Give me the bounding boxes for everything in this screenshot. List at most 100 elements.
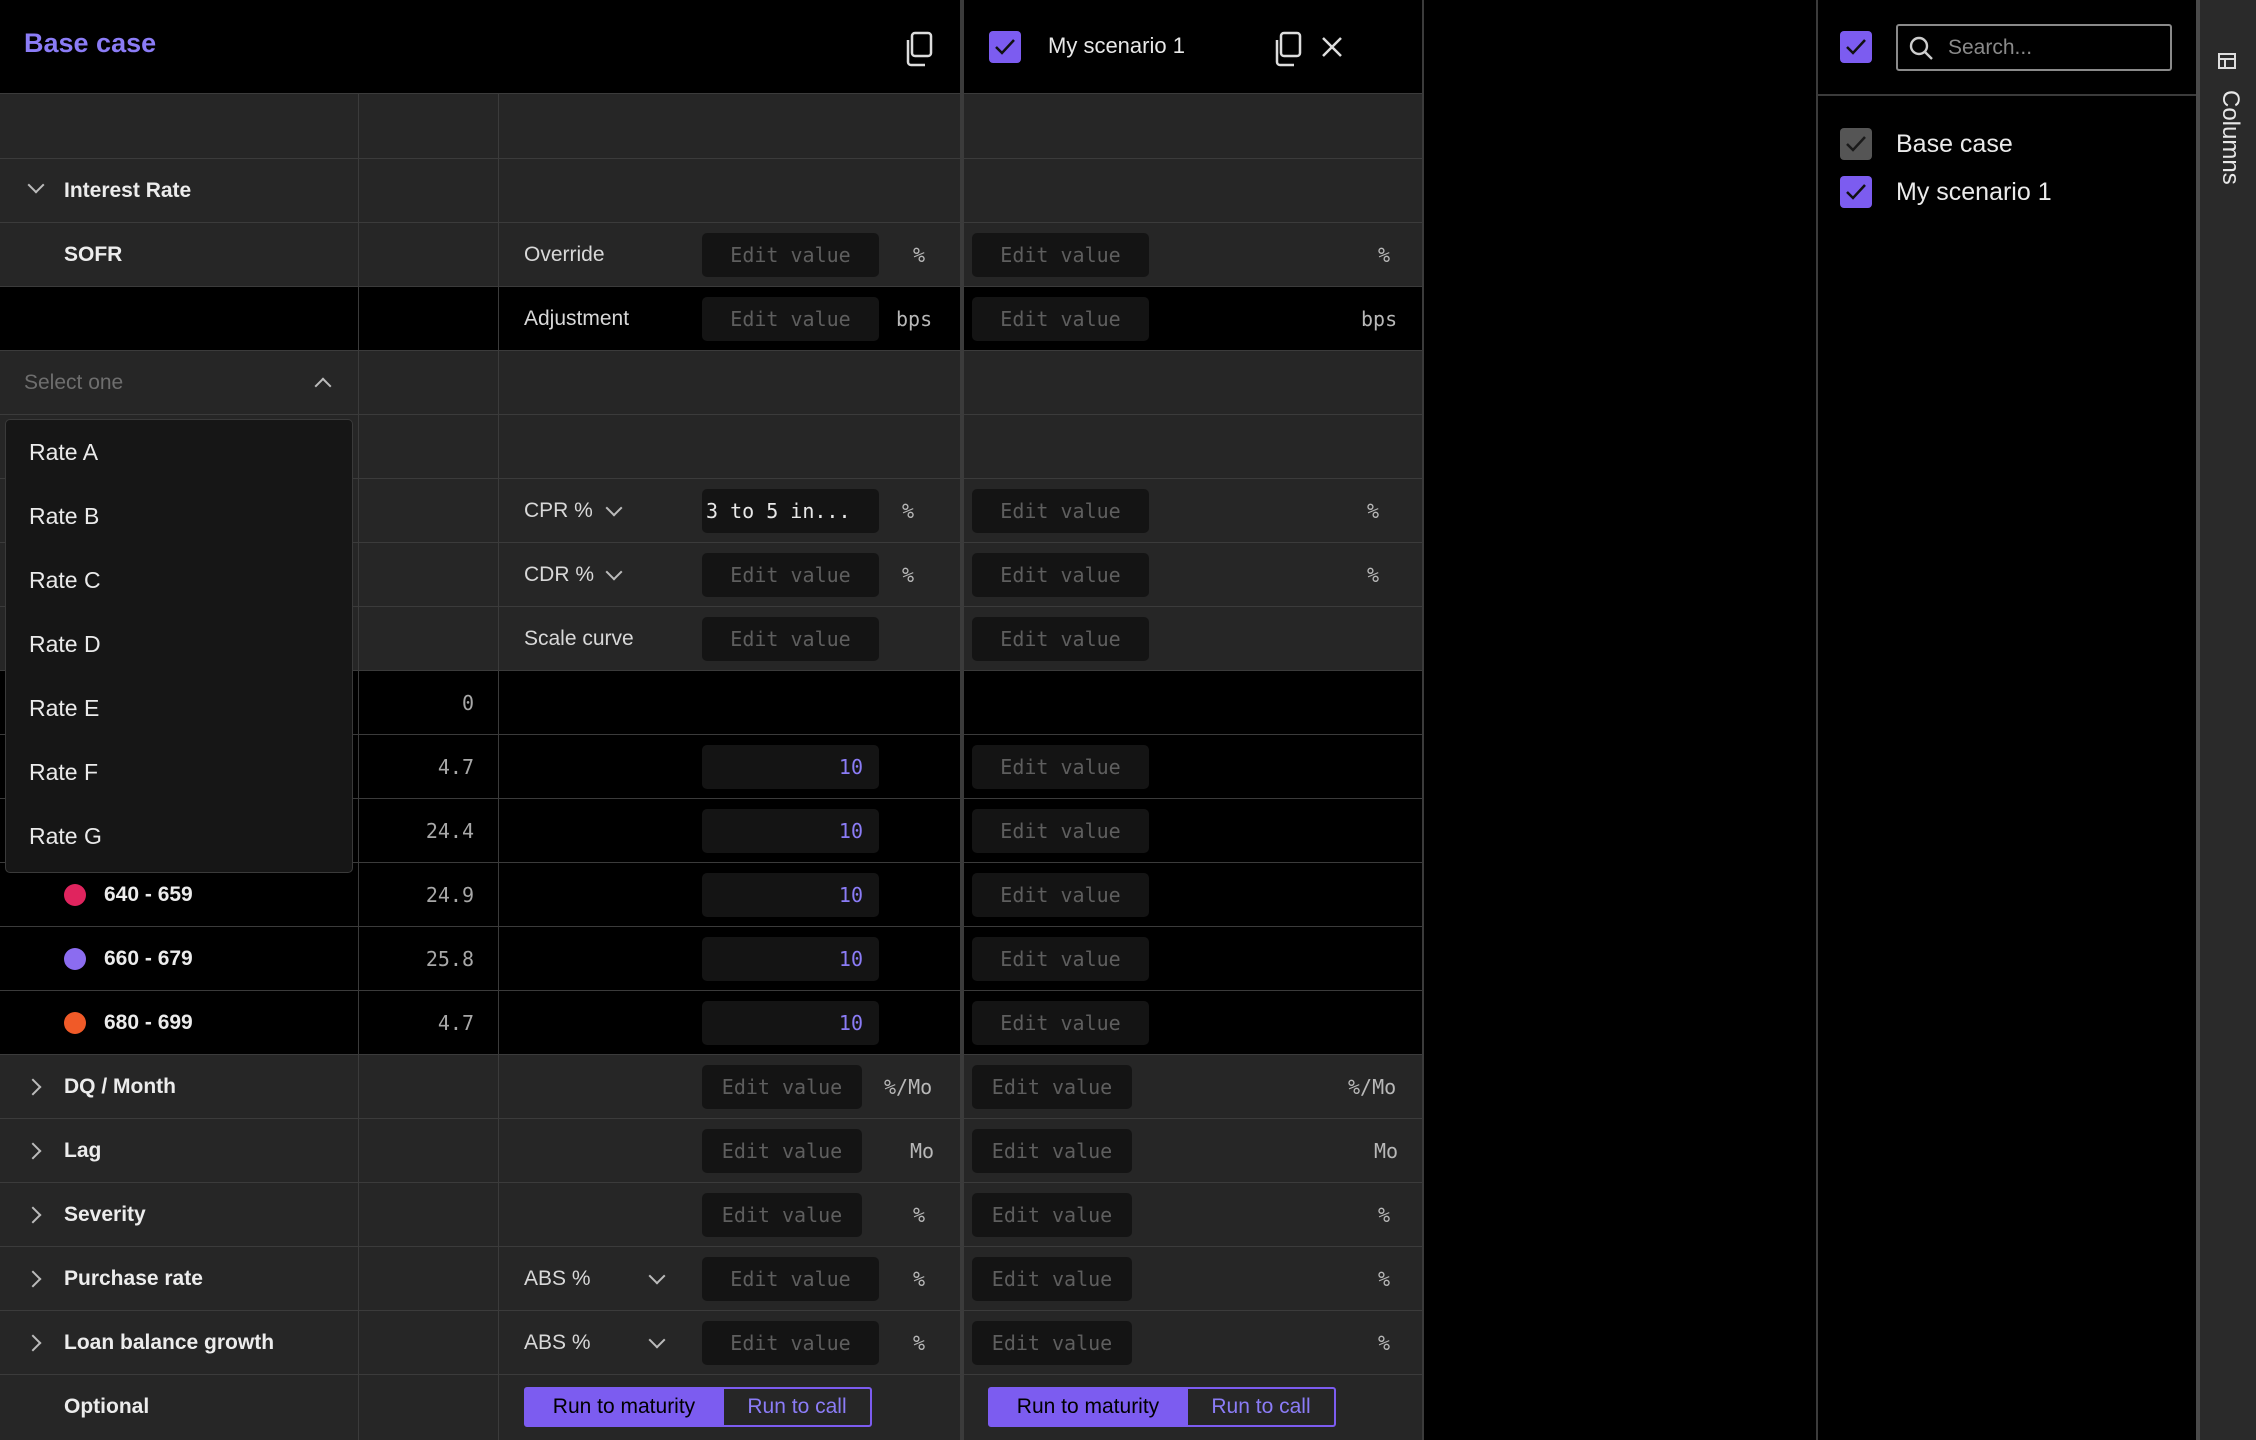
scenario-purchase-rate-unit: % [1378,1267,1391,1291]
fico-input[interactable]: 10 [702,1001,879,1045]
column-search-input[interactable]: Search... [1896,24,2172,71]
chevron-up-icon[interactable] [314,377,332,395]
cpr-unit: % [902,499,915,523]
chevron-down-icon[interactable] [605,563,623,581]
severity-input[interactable]: Edit value [702,1193,862,1237]
chevron-down-icon[interactable] [27,176,45,194]
lag-row[interactable]: Lag Edit value Mo Edit value Mo [0,1119,1424,1183]
chevron-right-icon[interactable] [24,1142,42,1160]
fico-band-label: 680 - 699 [104,1011,193,1034]
purchase-rate-input[interactable]: Edit value [702,1257,879,1301]
chevron-down-icon[interactable] [605,499,623,517]
interest-rate-row[interactable]: Interest Rate [0,159,1424,223]
fico-input[interactable]: 10 [702,873,879,917]
scenario-cdr-input[interactable]: Edit value [972,553,1149,597]
dropdown-option[interactable]: Rate C [6,548,352,612]
fico-value: 24.9 [425,883,474,907]
run-to-maturity-button[interactable]: Run to maturity [526,1389,722,1425]
dq-month-input[interactable]: Edit value [702,1065,862,1109]
dropdown-option[interactable]: Rate F [6,740,352,804]
header-bar [0,0,1424,94]
purchase-rate-select[interactable]: ABS % [524,1247,591,1311]
columns-tab[interactable]: Columns [2196,0,2256,1440]
chevron-right-icon[interactable] [24,1334,42,1352]
table-row: 660 - 679 25.8 10 Edit value [0,927,1424,991]
cdr-input[interactable]: Edit value [702,553,879,597]
sofr-override-row: SOFR Override Edit value % Edit value % [0,223,1424,287]
scenario-dq-month-input[interactable]: Edit value [972,1065,1132,1109]
scenario-title: My scenario 1 [1048,33,1185,58]
scenario-purchase-rate-input[interactable]: Edit value [972,1257,1132,1301]
scenario-cdr-unit: % [1367,563,1380,587]
severity-row[interactable]: Severity Edit value % Edit value % [0,1183,1424,1247]
scenario-cpr-input[interactable]: Edit value [972,489,1149,533]
dropdown-option[interactable]: Rate E [6,676,352,740]
select-all-checkbox[interactable] [1840,31,1872,63]
purchase-rate-label: Purchase rate [64,1267,203,1290]
sofr-adjustment-row: Adjustment Edit value bps Edit value bps [0,287,1424,351]
dropdown-option[interactable]: Rate G [6,804,352,868]
lag-input[interactable]: Edit value [702,1129,862,1173]
close-scenario-icon[interactable] [1320,35,1344,59]
scenario-fico-input[interactable]: Edit value [972,1001,1149,1045]
purchase-rate-row[interactable]: Purchase rate ABS % Edit value % Edit va… [0,1247,1424,1311]
chevron-right-icon[interactable] [24,1270,42,1288]
scenario-override-input[interactable]: Edit value [972,233,1149,277]
series-dot-icon [64,884,86,906]
rate-dropdown-menu[interactable]: Rate A Rate B Rate C Rate D Rate E Rate … [5,419,353,873]
column-divider [498,94,499,1440]
override-input[interactable]: Edit value [702,233,879,277]
optional-row: Optional Run to maturity Run to call Run… [0,1375,1424,1440]
scenario-loan-balance-growth-input[interactable]: Edit value [972,1321,1132,1365]
loan-balance-growth-select[interactable]: ABS % [524,1311,591,1375]
run-to-call-button[interactable]: Run to call [722,1389,870,1425]
fico-input[interactable]: 10 [702,937,879,981]
dropdown-option[interactable]: Rate D [6,612,352,676]
loan-balance-growth-row[interactable]: Loan balance growth ABS % Edit value % E… [0,1311,1424,1375]
loan-balance-growth-input[interactable]: Edit value [702,1321,879,1365]
loan-balance-growth-label: Loan balance growth [64,1331,275,1354]
scenario-fico-input[interactable]: Edit value [972,873,1149,917]
series-dot-icon [64,948,86,970]
run-toggle-base[interactable]: Run to maturity Run to call [524,1387,872,1427]
scenario-fico-input[interactable]: Edit value [972,809,1149,853]
override-unit: % [913,243,926,267]
scale-curve-input[interactable]: Edit value [702,617,879,661]
scenario-checkbox[interactable] [989,31,1021,63]
chevron-right-icon[interactable] [24,1206,42,1224]
fico-input[interactable]: 10 [702,745,879,789]
rate-select-placeholder[interactable]: Select one [24,351,123,415]
cpr-label: CPR % [524,499,593,522]
adjustment-input[interactable]: Edit value [702,297,879,341]
chevron-right-icon[interactable] [24,1078,42,1096]
scenario-lag-input[interactable]: Edit value [972,1129,1132,1173]
scenario-fico-input[interactable]: Edit value [972,937,1149,981]
copy-base-icon[interactable] [903,31,935,67]
dq-month-row[interactable]: DQ / Month Edit value %/Mo Edit value %/… [0,1055,1424,1119]
interest-rate-label: Interest Rate [64,179,192,202]
run-to-maturity-button[interactable]: Run to maturity [990,1389,1186,1425]
copy-scenario-icon[interactable] [1272,31,1304,67]
scenario-fico-input[interactable]: Edit value [972,745,1149,789]
adjustment-unit: bps [896,307,933,331]
fico-input[interactable]: 10 [702,809,879,853]
table-row: 680 - 699 4.7 10 Edit value [0,991,1424,1055]
column-toggle-checkbox[interactable] [1840,176,1872,208]
run-toggle-scenario[interactable]: Run to maturity Run to call [988,1387,1336,1427]
table-row [0,94,1424,159]
dropdown-option[interactable]: Rate A [6,420,352,484]
scenario-dq-month-unit: %/Mo [1348,1075,1397,1099]
chevron-down-icon[interactable] [648,1267,666,1285]
dropdown-option[interactable]: Rate B [6,484,352,548]
dq-month-label: DQ / Month [64,1075,176,1098]
column-toggle-label: Base case [1896,130,2013,158]
chevron-down-icon[interactable] [648,1331,666,1349]
severity-unit: % [913,1203,926,1227]
cpr-input[interactable]: 3 to 5 in... [702,489,879,533]
scenario-adjustment-input[interactable]: Edit value [972,297,1149,341]
scenario-loan-balance-growth-unit: % [1378,1331,1391,1355]
run-to-call-button[interactable]: Run to call [1186,1389,1334,1425]
scenario-severity-input[interactable]: Edit value [972,1193,1132,1237]
dq-month-unit: %/Mo [884,1075,933,1099]
scenario-scale-curve-input[interactable]: Edit value [972,617,1149,661]
